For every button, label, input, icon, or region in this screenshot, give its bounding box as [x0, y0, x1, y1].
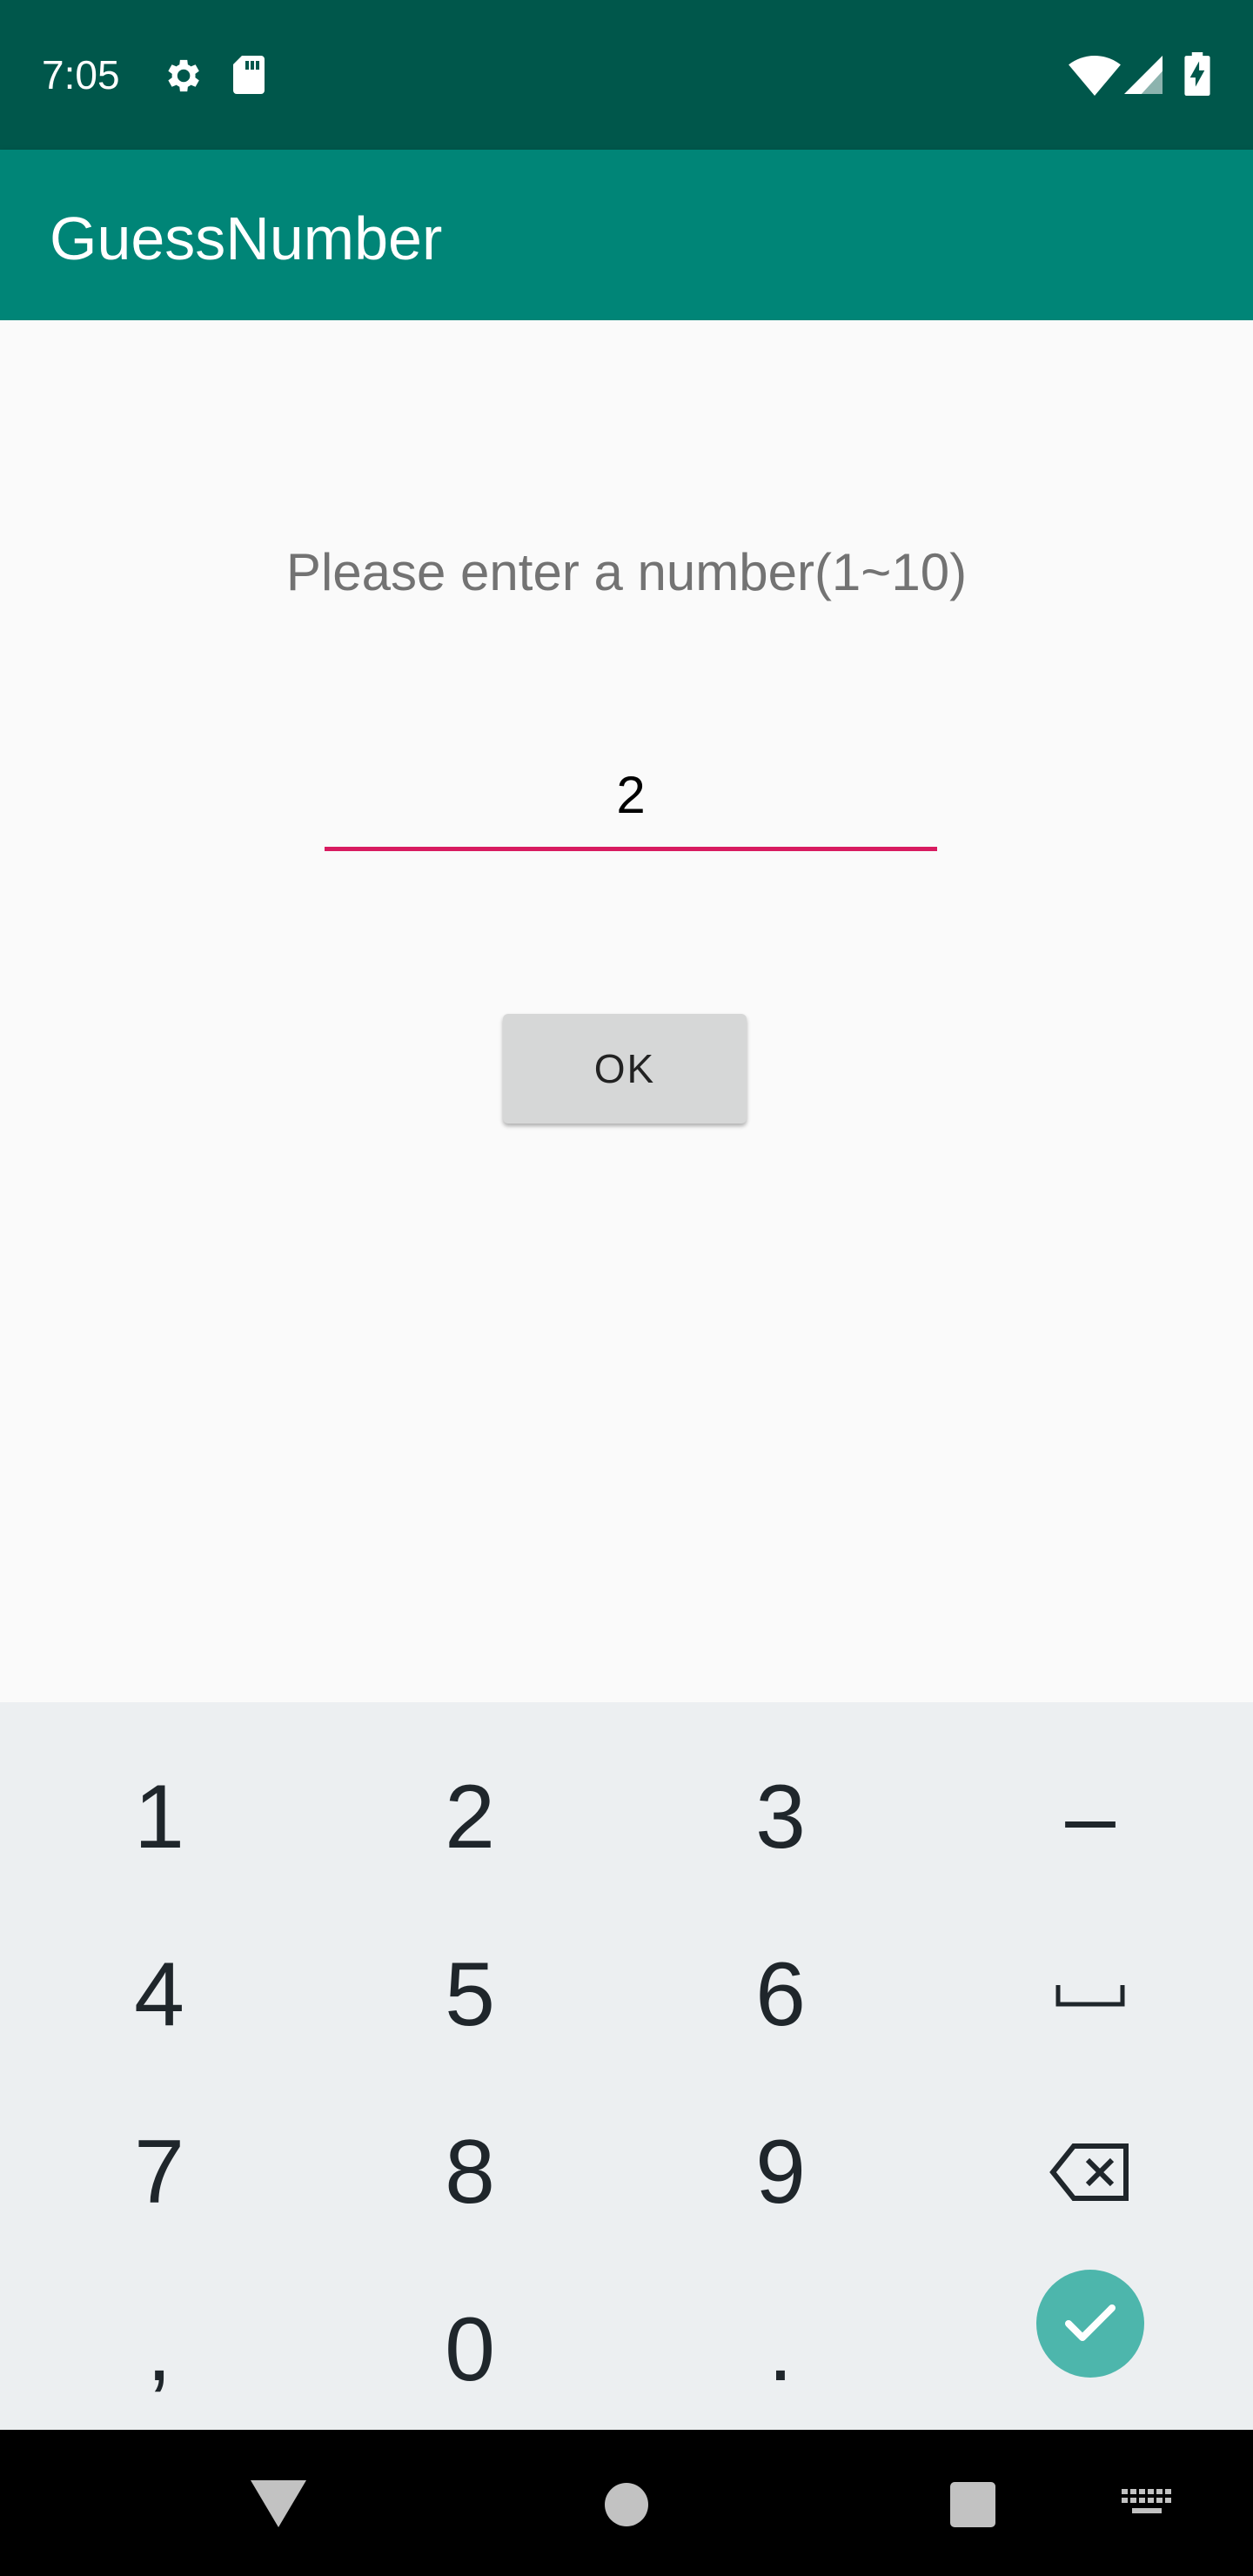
- key-2[interactable]: 2: [313, 1728, 626, 1906]
- key-1[interactable]: 1: [3, 1728, 316, 1906]
- done-button[interactable]: [1036, 2270, 1144, 2378]
- key-0[interactable]: 0: [313, 2261, 626, 2438]
- key-8[interactable]: 8: [313, 2083, 626, 2261]
- key-6[interactable]: 6: [624, 1906, 937, 2083]
- key-done[interactable]: [934, 2235, 1247, 2412]
- app-title: GuessNumber: [50, 205, 443, 272]
- status-time: 7:05: [42, 52, 120, 97]
- app-bar: GuessNumber: [0, 150, 1253, 320]
- key-9[interactable]: 9: [624, 2083, 937, 2261]
- key-period[interactable]: .: [624, 2261, 937, 2438]
- space-icon: [1055, 1982, 1125, 2008]
- back-icon[interactable]: [251, 2480, 306, 2532]
- sd-card-icon: [231, 54, 266, 100]
- cell-signal-icon: [1124, 56, 1163, 98]
- key-4[interactable]: 4: [3, 1906, 316, 2083]
- key-comma[interactable]: ,: [3, 2261, 316, 2438]
- number-input[interactable]: [325, 755, 937, 851]
- navigation-bar: [0, 2430, 1253, 2576]
- prompt-text: Please enter a number(1~10): [285, 543, 968, 601]
- recents-icon[interactable]: [950, 2482, 995, 2532]
- key-7[interactable]: 7: [3, 2083, 316, 2261]
- key-minus[interactable]: –: [934, 1728, 1247, 1906]
- battery-charging-icon: [1183, 52, 1211, 100]
- ok-button[interactable]: OK: [503, 1014, 747, 1124]
- key-3[interactable]: 3: [624, 1728, 937, 1906]
- main-content: Please enter a number(1~10) OK: [0, 320, 1253, 1702]
- home-icon[interactable]: [604, 2482, 649, 2532]
- key-5[interactable]: 5: [313, 1906, 626, 2083]
- backspace-icon: [1049, 2143, 1131, 2202]
- wifi-icon: [1069, 56, 1121, 100]
- checkmark-icon: [1063, 2303, 1117, 2345]
- numeric-keyboard: 1 2 3 – 4 5 6 7 8 9 , 0 .: [0, 1702, 1253, 2430]
- settings-icon: [160, 54, 204, 102]
- status-bar: 7:05: [0, 0, 1253, 150]
- key-space[interactable]: [934, 1906, 1247, 2083]
- keyboard-switch-icon[interactable]: [1122, 2489, 1172, 2525]
